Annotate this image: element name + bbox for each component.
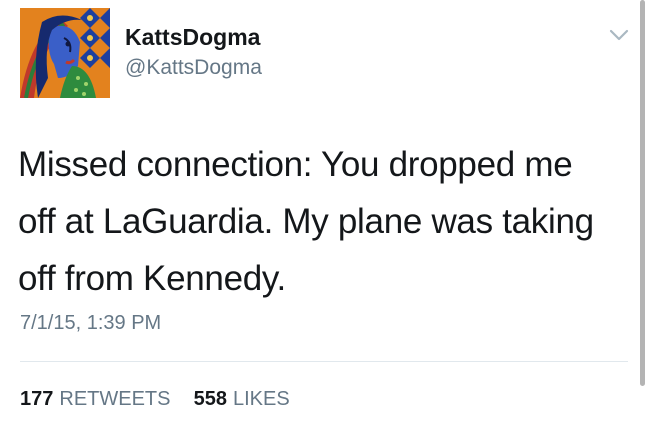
retweets-count: 177	[20, 388, 54, 410]
likes-label: LIKES	[233, 388, 290, 410]
user-display-name[interactable]: KattsDogma	[125, 24, 260, 51]
tweet-timestamp[interactable]: 7/1/15, 1:39 PM	[20, 312, 161, 335]
user-handle[interactable]: @KattsDogma	[125, 56, 262, 80]
likes-count: 558	[193, 388, 227, 410]
scrollbar[interactable]	[640, 0, 645, 386]
likes-stat[interactable]: 558 LIKES	[194, 388, 290, 410]
abstract-portrait-avatar-icon	[20, 8, 110, 98]
divider	[20, 361, 628, 362]
retweets-stat[interactable]: 177 RETWEETS	[20, 388, 176, 410]
retweets-label: RETWEETS	[59, 388, 171, 410]
user-avatar[interactable]	[20, 8, 110, 98]
tweet-card: KattsDogma @KattsDogma Missed connection…	[0, 0, 650, 432]
tweet-text-line: off from Kennedy.	[18, 259, 286, 298]
tweet-text-line: Missed connection: You dropped me	[18, 145, 573, 184]
tweet-text-line: off at LaGuardia. My plane was taking	[18, 202, 594, 241]
tweet-stats: 177 RETWEETS 558 LIKES	[20, 388, 290, 411]
tweet-text: Missed connection: You dropped me off at…	[18, 136, 618, 307]
chevron-down-icon[interactable]	[608, 28, 630, 42]
